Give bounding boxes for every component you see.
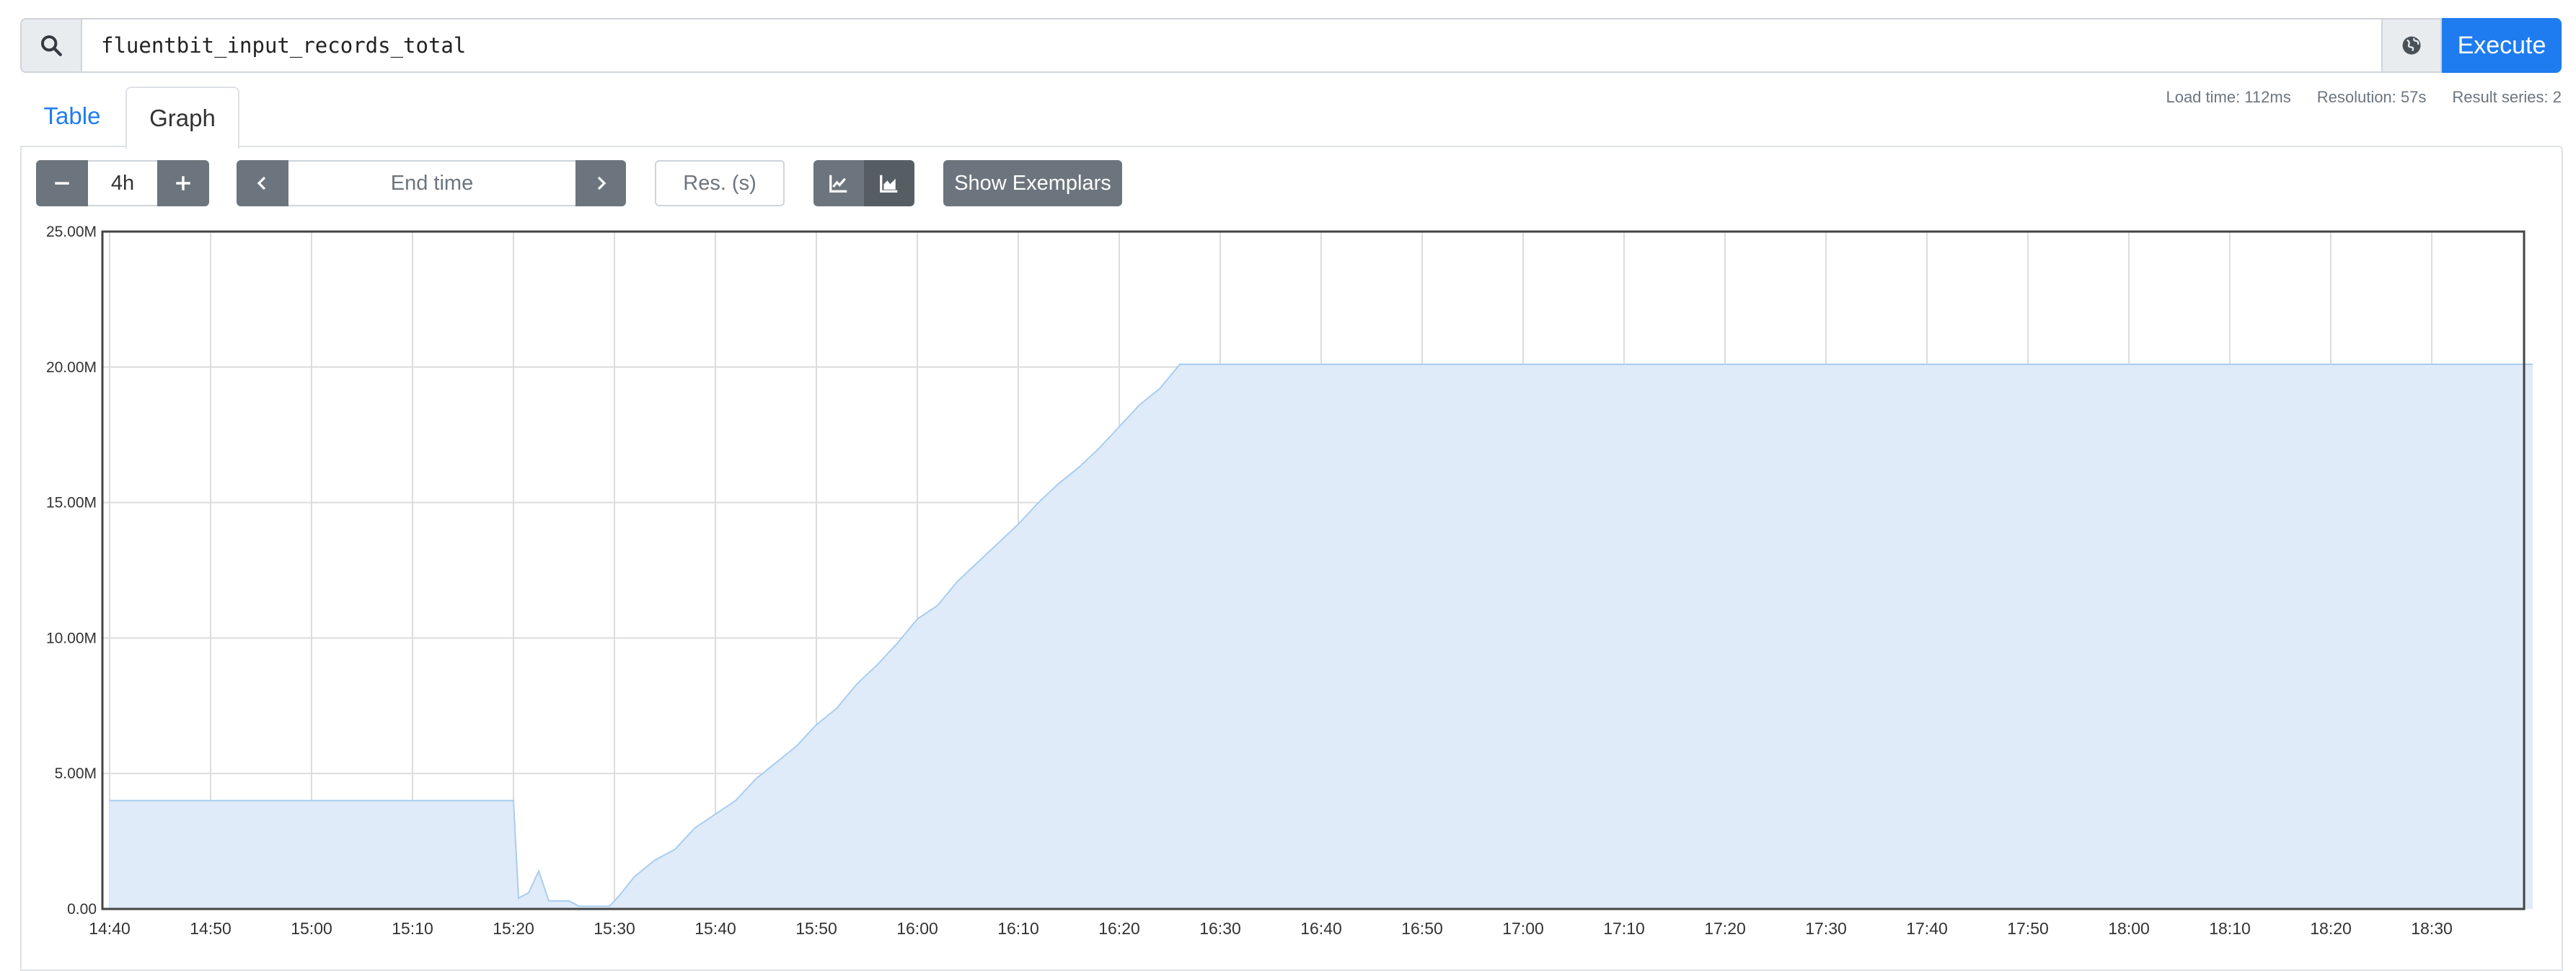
x-tick-label: 17:10 (1603, 919, 1645, 938)
x-tick-label: 15:50 (795, 919, 837, 938)
y-tick-label: 10.00M (46, 630, 97, 646)
tab-graph[interactable]: Graph (125, 87, 239, 149)
y-tick-label: 5.00M (55, 765, 97, 782)
x-tick-label: 15:20 (493, 919, 534, 938)
x-tick-label: 15:10 (392, 919, 433, 938)
x-tick-label: 17:20 (1704, 919, 1746, 938)
x-tick-label: 14:50 (190, 919, 231, 938)
x-tick-label: 17:40 (1906, 919, 1948, 938)
x-tick-label: 15:30 (594, 919, 635, 938)
x-tick-label: 16:20 (1098, 919, 1140, 938)
x-tick-label: 17:00 (1502, 919, 1544, 938)
x-tick-label: 18:10 (2209, 919, 2251, 938)
y-tick-label: 25.00M (46, 224, 97, 240)
x-tick-label: 18:30 (2411, 919, 2453, 938)
x-tick-label: 16:50 (1401, 919, 1443, 938)
y-tick-label: 15.00M (46, 495, 97, 511)
x-tick-label: 16:30 (1199, 919, 1241, 938)
x-tick-label: 18:00 (2108, 919, 2150, 938)
x-tick-label: 15:00 (291, 919, 332, 938)
x-tick-label: 16:00 (896, 919, 938, 938)
x-tick-label: 14:40 (89, 919, 131, 938)
graph-chart: 0.00 5.00M 10.00M 15.00M 20.00M 25.00M 14:40 14… (46, 224, 2533, 938)
x-tick-label: 15:40 (694, 919, 736, 938)
y-tick-label: 20.00M (46, 359, 97, 376)
x-tick-label: 16:10 (997, 919, 1039, 938)
series-area (110, 364, 2533, 909)
x-tick-label: 17:30 (1805, 919, 1847, 938)
x-tick-label: 16:40 (1300, 919, 1342, 938)
y-tick-label: 0.00 (67, 901, 97, 918)
x-tick-label: 18:20 (2310, 919, 2352, 938)
x-tick-label: 17:50 (2007, 919, 2049, 938)
